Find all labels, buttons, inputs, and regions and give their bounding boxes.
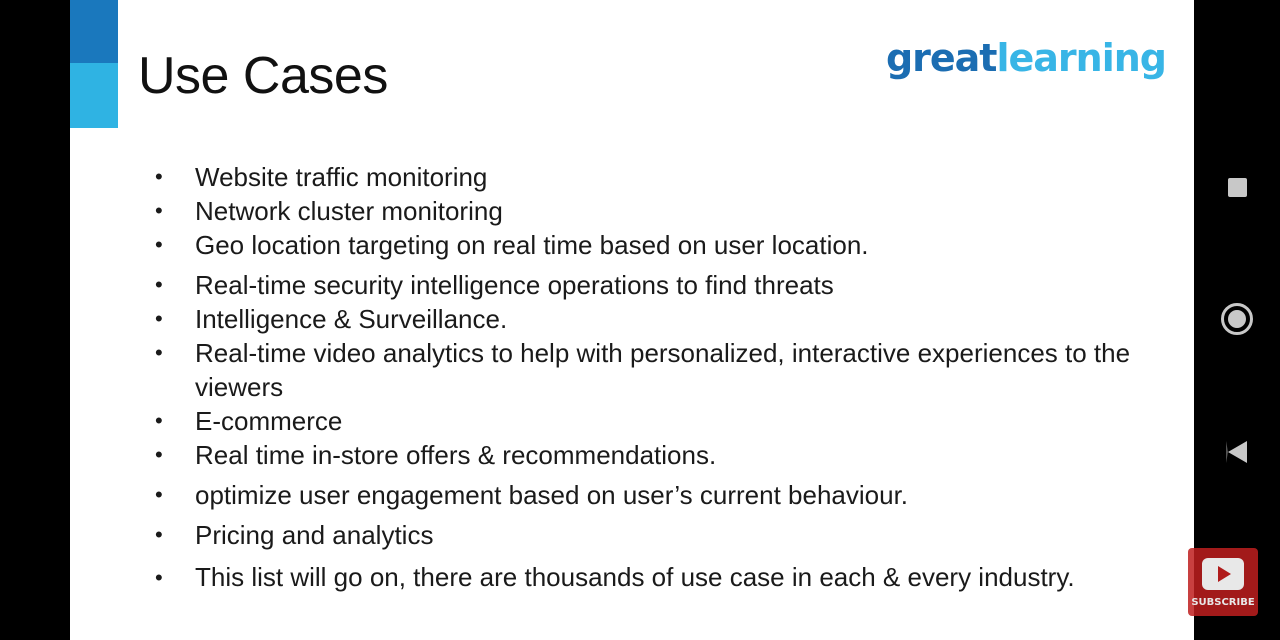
list-item: • This list will go on, there are thousan… (155, 558, 1155, 597)
list-item-text: This list will go on, there are thousand… (195, 562, 1075, 592)
list-item: • Geo location targeting on real time bas… (155, 228, 1155, 262)
bullet-icon: • (155, 408, 163, 433)
list-item: • Network cluster monitoring (155, 194, 1155, 228)
list-item-text: Intelligence & Surveillance. (195, 304, 508, 334)
use-case-list: • Website traffic monitoring • Network clu… (155, 160, 1155, 597)
accent-bar-top (70, 0, 118, 63)
bullet-icon: • (155, 482, 163, 507)
bullet-icon: • (155, 232, 163, 257)
bullet-icon: • (155, 306, 163, 331)
greatlearning-logo: greatlearning (885, 36, 1167, 80)
list-item: • Website traffic monitoring (155, 160, 1155, 194)
bullet-icon: • (155, 522, 163, 547)
subscribe-label: SUBSCRIBE (1191, 597, 1255, 608)
list-item: • Pricing and analytics (155, 518, 1155, 552)
triangle-back-icon[interactable] (1226, 441, 1247, 463)
bullet-icon: • (155, 442, 163, 467)
list-item-text: Real-time security intelligence operatio… (195, 270, 834, 300)
bullet-icon: • (155, 164, 163, 189)
list-item: • optimize user engagement based on user’… (155, 478, 1155, 512)
circle-home-icon[interactable] (1221, 303, 1253, 335)
bullet-icon: • (155, 340, 163, 365)
list-item: • Real time in-store offers & recommendat… (155, 438, 1155, 472)
logo-part-learning: learning (996, 36, 1167, 80)
square-recents-icon[interactable] (1228, 178, 1247, 197)
list-item-text: Pricing and analytics (195, 520, 434, 550)
list-item-text: Geo location targeting on real time base… (195, 230, 869, 260)
presentation-slide: Use Cases greatlearning • Website traffic… (70, 0, 1194, 640)
subscribe-button[interactable]: SUBSCRIBE (1188, 548, 1258, 616)
list-item: • E-commerce (155, 404, 1155, 438)
list-item: • Intelligence & Surveillance. (155, 302, 1155, 336)
list-item-text: Website traffic monitoring (195, 162, 488, 192)
list-item: • Real-time video analytics to help with … (155, 336, 1155, 404)
bullet-icon: • (155, 198, 163, 223)
list-item-text: optimize user engagement based on user’s… (195, 480, 909, 510)
bullet-icon: • (155, 272, 163, 297)
list-item-text: E-commerce (195, 406, 343, 436)
list-item-text: Real time in-store offers & recommendati… (195, 440, 717, 470)
list-item: • Real-time security intelligence operati… (155, 268, 1155, 302)
list-item-text: Network cluster monitoring (195, 196, 503, 226)
accent-bar-bottom (70, 63, 118, 128)
list-item-text: Real-time video analytics to help with p… (195, 338, 1131, 402)
slide-title: Use Cases (138, 47, 388, 105)
bullet-icon: • (155, 565, 163, 590)
youtube-play-icon (1202, 558, 1244, 590)
logo-part-great: great (885, 36, 998, 80)
